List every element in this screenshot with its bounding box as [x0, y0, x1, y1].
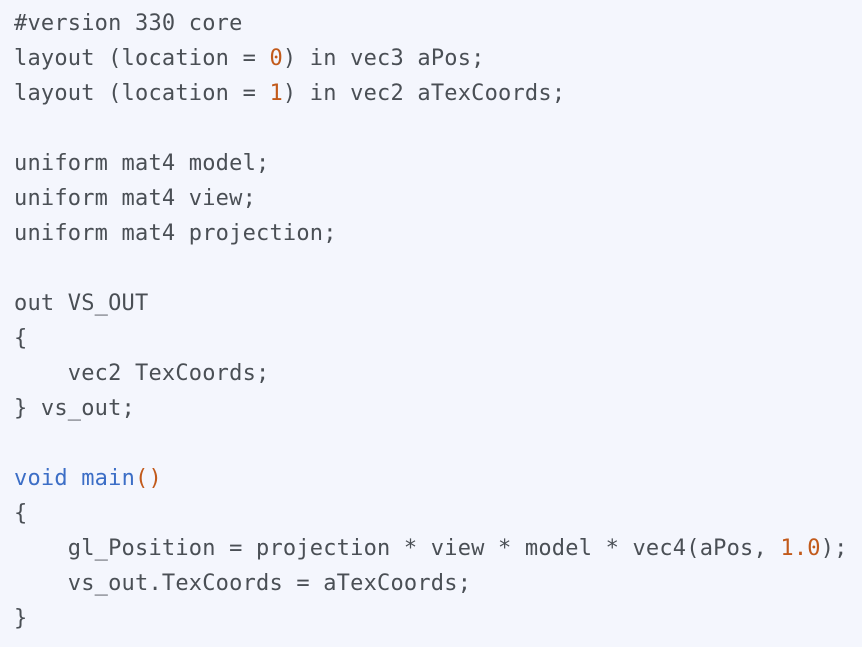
code-token: );	[820, 536, 848, 561]
code-token: main	[81, 466, 136, 491]
code-line: void main()	[14, 461, 862, 496]
code-token: layout (location =	[14, 46, 270, 71]
code-token: vec2 TexCoords;	[14, 361, 270, 386]
code-line: layout (location = 0) in vec3 aPos;	[14, 41, 862, 76]
code-token: 1	[269, 81, 283, 106]
code-line: out VS_OUT	[14, 286, 862, 321]
code-token: {	[14, 501, 28, 526]
code-line: uniform mat4 model;	[14, 146, 862, 181]
code-token: uniform mat4 view;	[14, 186, 257, 211]
code-token: gl_Position = projection * view * model …	[14, 536, 781, 561]
code-token: #version 330 core	[14, 11, 243, 36]
code-token: ) in vec2 aTexCoords;	[282, 81, 566, 106]
code-token: ()	[135, 466, 162, 491]
code-token: } vs_out;	[14, 396, 136, 421]
code-line: vs_out.TexCoords = aTexCoords;	[14, 566, 862, 601]
code-line: } vs_out;	[14, 391, 862, 426]
code-line: }	[14, 601, 862, 636]
code-line: {	[14, 496, 862, 531]
code-line: #version 330 core	[14, 6, 862, 41]
code-token: ) in vec3 aPos;	[282, 46, 485, 71]
code-line: {	[14, 321, 862, 356]
code-token: out VS_OUT	[14, 291, 149, 316]
code-token: {	[14, 326, 28, 351]
code-token: vs_out.TexCoords = aTexCoords;	[14, 571, 472, 596]
code-line: vec2 TexCoords;	[14, 356, 862, 391]
code-token: void	[14, 466, 68, 491]
code-token: uniform mat4 model;	[14, 151, 270, 176]
code-line: gl_Position = projection * view * model …	[14, 531, 862, 566]
code-token: }	[14, 606, 28, 631]
code-line: uniform mat4 projection;	[14, 216, 862, 251]
code-block: #version 330 core layout (location = 0) i…	[0, 0, 862, 647]
code-token: uniform mat4 projection;	[14, 221, 337, 246]
code-line: layout (location = 1) in vec2 aTexCoords…	[14, 76, 862, 111]
code-token: layout (location =	[14, 81, 270, 106]
code-token: 1.0	[780, 536, 821, 561]
code-token: 0	[269, 46, 283, 71]
code-line: uniform mat4 view;	[14, 181, 862, 216]
